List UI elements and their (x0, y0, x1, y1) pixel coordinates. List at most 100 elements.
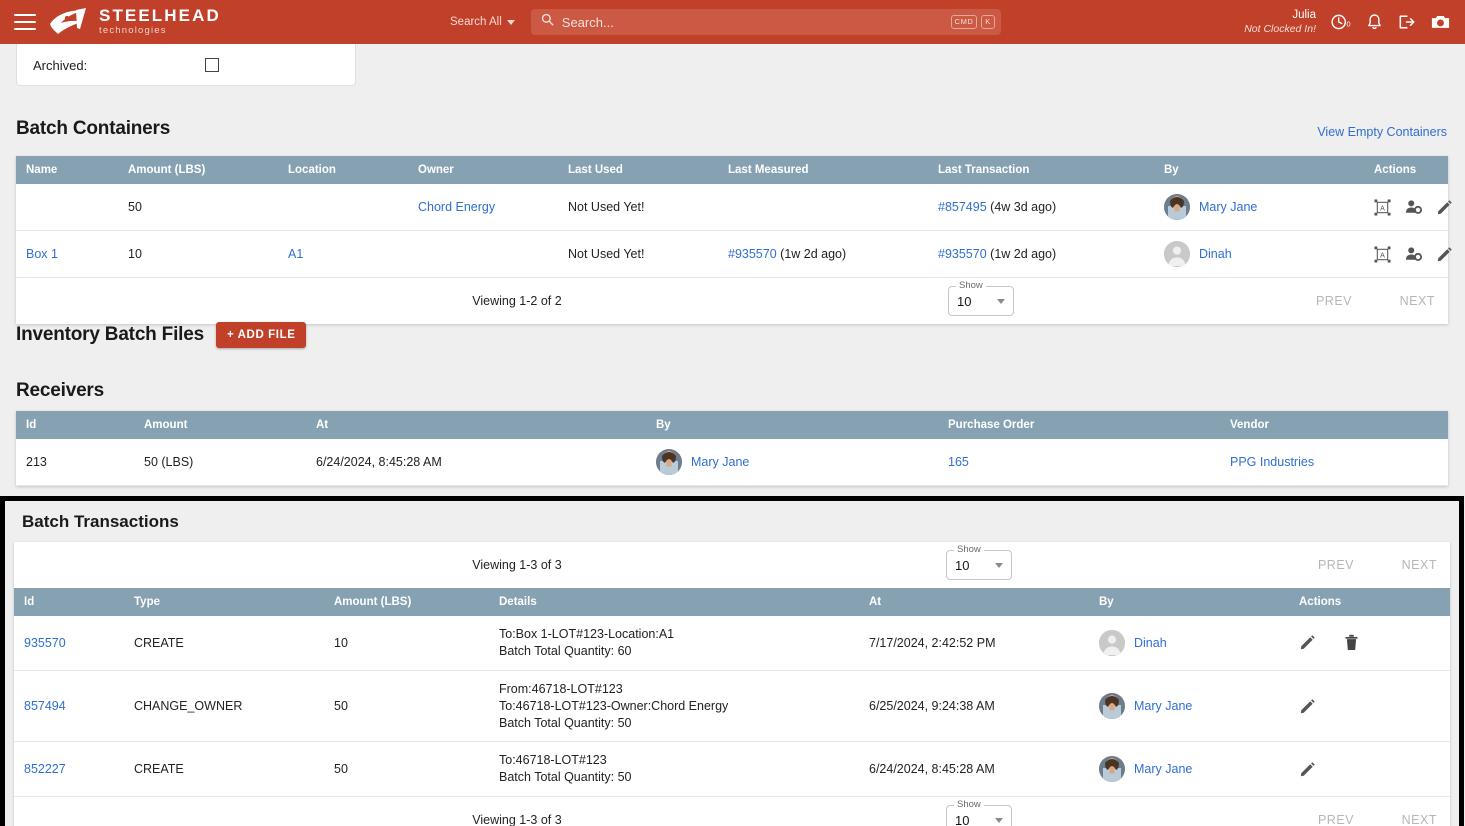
page-size-select[interactable]: Show 10 (946, 544, 1012, 580)
container-last-transaction-ago: (4w 3d ago) (990, 200, 1057, 214)
container-last-transaction-link[interactable]: #857495 (938, 200, 987, 214)
table-row: Box 1 10 A1 Not Used Yet! #935570 (1w 2d… (16, 230, 1452, 278)
batch-containers-table-card: Name Amount (LBS) Location Owner Last Us… (16, 156, 1452, 324)
page-size-legend: Show (956, 280, 986, 291)
container-name-link[interactable]: Box 1 (26, 247, 58, 261)
container-amount: 10 (118, 230, 278, 278)
manage-owner-icon[interactable] (1405, 246, 1422, 262)
print-label-icon[interactable]: A (1374, 198, 1391, 216)
prev-page-button[interactable]: PREV (1316, 294, 1352, 308)
transaction-amount: 50 (324, 670, 489, 743)
add-file-button[interactable]: + ADD FILE (215, 322, 307, 348)
transaction-id-link[interactable]: 935570 (24, 636, 66, 650)
transaction-details-line-2: To:46718-LOT#123-Owner:Chord Energy (499, 698, 729, 713)
col-last-transaction: Last Transaction (928, 156, 1154, 184)
brand-logo[interactable]: STEELHEAD technologies (46, 7, 221, 38)
edit-pencil-icon[interactable] (1299, 634, 1316, 651)
prev-page-button[interactable]: PREV (1318, 558, 1354, 572)
col-owner: Owner (408, 156, 558, 184)
notifications-bell-icon[interactable] (1366, 13, 1383, 31)
col-location: Location (278, 156, 408, 184)
container-last-used: Not Used Yet! (558, 230, 718, 278)
page-size-select[interactable]: Show 10 (946, 799, 1012, 826)
edit-pencil-icon[interactable] (1436, 199, 1453, 216)
search-input[interactable]: Search... CMD K (530, 9, 1001, 35)
next-page-button[interactable]: NEXT (1402, 558, 1437, 572)
edit-pencil-icon[interactable] (1436, 246, 1453, 263)
container-by-link[interactable]: Mary Jane (1199, 200, 1257, 214)
transaction-type: CREATE (124, 616, 324, 671)
container-last-transaction-link[interactable]: #935570 (938, 247, 987, 261)
batch-containers-title: Batch Containers (16, 118, 171, 139)
pagination-viewing-text: Viewing 1-2 of 2 (472, 294, 562, 308)
avatar (1099, 629, 1125, 656)
container-last-transaction-ago: (1w 2d ago) (990, 247, 1057, 261)
transaction-amount: 10 (324, 616, 489, 671)
brand-name: STEELHEAD (99, 5, 221, 25)
user-info[interactable]: Julia Not Clocked In! (1244, 9, 1316, 34)
transaction-details-line-1: To:46718-LOT#123 (499, 753, 607, 768)
col-last-measured: Last Measured (718, 156, 928, 184)
receivers-table: Id Amount At By Purchase Order Vendor 21… (16, 411, 1448, 486)
archived-checkbox[interactable] (205, 58, 219, 72)
transaction-type: CHANGE_OWNER (124, 670, 324, 743)
transaction-id-link[interactable]: 852227 (24, 762, 66, 776)
logout-icon[interactable] (1397, 13, 1416, 31)
transaction-at: 6/24/2024, 8:45:28 AM (859, 741, 1089, 798)
transaction-id-link[interactable]: 857494 (24, 699, 66, 713)
camera-icon[interactable] (1430, 13, 1451, 31)
container-by-link[interactable]: Dinah (1199, 247, 1232, 261)
col-type: Type (124, 588, 324, 616)
batch-transactions-table: Id Type Amount (LBS) Details At By Actio… (14, 588, 1450, 798)
transaction-by-link[interactable]: Mary Jane (1134, 762, 1192, 776)
hamburger-menu-icon[interactable] (14, 14, 36, 30)
container-owner-link[interactable]: Chord Energy (418, 200, 495, 214)
edit-pencil-icon[interactable] (1299, 761, 1316, 778)
delete-trash-icon[interactable] (1344, 634, 1359, 651)
batch-transactions-bottom-pagination: Viewing 1-3 of 3 Show 10 PREV NEXT (14, 797, 1450, 826)
brand-subtitle: technologies (99, 24, 167, 36)
receiver-vendor-link[interactable]: PPG Industries (1230, 455, 1314, 469)
row-actions: A (1374, 198, 1452, 216)
transaction-by-link[interactable]: Dinah (1134, 636, 1167, 650)
col-actions: Actions (1289, 588, 1450, 616)
receiver-at: 6/24/2024, 8:45:28 AM (306, 439, 646, 486)
chevron-down-icon (995, 562, 1003, 568)
container-amount: 50 (118, 184, 278, 231)
col-last-used: Last Used (558, 156, 718, 184)
receiver-amount: 50 (LBS) (134, 439, 306, 486)
next-page-button[interactable]: NEXT (1402, 813, 1437, 826)
receivers-table-card: Id Amount At By Purchase Order Vendor 21… (16, 411, 1448, 486)
search-scope-dropdown[interactable]: Search All (450, 16, 515, 28)
transaction-at: 6/25/2024, 9:24:38 AM (859, 670, 1089, 743)
batch-transactions-title: Batch Transactions (22, 512, 179, 531)
clock-in-icon[interactable]: 0 (1330, 12, 1352, 32)
svg-text:A: A (1380, 204, 1385, 212)
receiver-by-link[interactable]: Mary Jane (691, 455, 749, 469)
transaction-type: CREATE (124, 741, 324, 798)
container-last-measured-link[interactable]: #935570 (728, 247, 777, 261)
col-amount: Amount (134, 411, 306, 439)
transaction-details-line-1: To:Box 1-LOT#123-Location:A1 (499, 627, 675, 641)
view-empty-containers-link[interactable]: View Empty Containers (1317, 125, 1447, 139)
page-size-value: 10 (957, 293, 972, 309)
col-id: Id (16, 411, 134, 439)
container-location-link[interactable]: A1 (288, 247, 303, 261)
page-size-select[interactable]: Show 10 (948, 280, 1014, 316)
prev-page-button[interactable]: PREV (1318, 813, 1354, 826)
next-page-button[interactable]: NEXT (1400, 294, 1435, 308)
chevron-down-icon (506, 19, 515, 25)
edit-pencil-icon[interactable] (1299, 698, 1316, 715)
receiver-purchase-order-link[interactable]: 165 (948, 455, 969, 469)
app-page: STEELHEAD technologies Search All Search… (0, 0, 1465, 826)
row-actions: A (1374, 245, 1452, 263)
table-header-row: Id Type Amount (LBS) Details At By Actio… (14, 588, 1450, 616)
print-label-icon[interactable]: A (1374, 245, 1391, 263)
transaction-by-link[interactable]: Mary Jane (1134, 699, 1192, 713)
batch-transactions-top-pagination: Viewing 1-3 of 3 Show 10 PREV NEXT (14, 542, 1450, 588)
manage-owner-icon[interactable] (1405, 199, 1422, 215)
container-last-measured-ago: (1w 2d ago) (780, 247, 847, 261)
user-toolbar: Julia Not Clocked In! 0 (1244, 0, 1451, 44)
batch-transactions-highlight-box: Batch Transactions Viewing 1-3 of 3 Show… (0, 496, 1464, 826)
col-at: At (859, 588, 1089, 616)
